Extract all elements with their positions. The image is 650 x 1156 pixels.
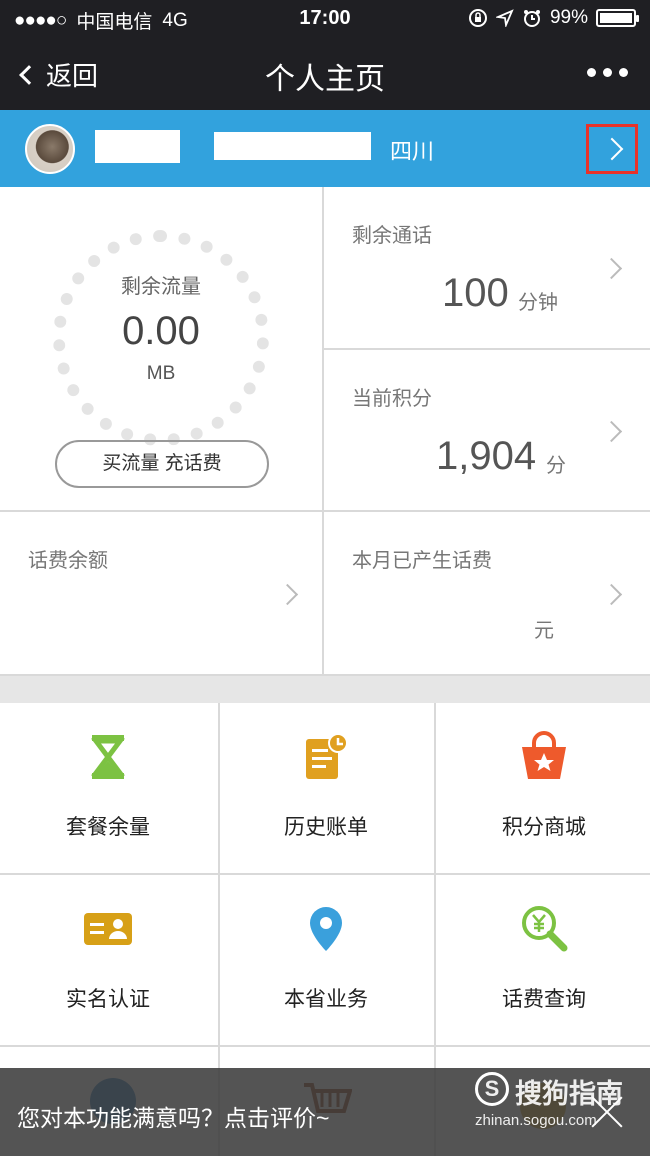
monthly-fee-card[interactable]: 本月已产生话费 元	[324, 512, 650, 674]
hourglass-icon	[91, 735, 125, 779]
feedback-text[interactable]: 您对本功能满意吗？点击评价~	[17, 1099, 329, 1133]
call-minutes-value: 100	[442, 271, 509, 315]
chevron-right-icon	[600, 420, 623, 443]
grid-item-province[interactable]: 本省业务	[218, 875, 434, 1045]
points-value: 1,904	[436, 434, 537, 478]
status-bar: ●●●●○ 中国电信 4G 17:00 99%	[0, 0, 650, 36]
points-card[interactable]: 当前积分 1,904 分	[324, 350, 650, 510]
status-right: 99%	[468, 7, 639, 29]
profile-bar[interactable]: 四川	[0, 110, 650, 187]
call-minutes-label: 剩余通话	[352, 225, 432, 247]
rotation-lock-icon	[468, 9, 487, 27]
dot-icon	[603, 68, 612, 77]
monthly-fee-label: 本月已产生话费	[352, 550, 492, 572]
grid-item-points-mall[interactable]: 积分商城	[436, 703, 650, 873]
grid-item-label: 历史账单	[284, 816, 368, 839]
more-button[interactable]	[587, 68, 628, 77]
divider	[322, 187, 324, 674]
watermark-title: 搜狗指南	[515, 1079, 623, 1109]
page-title: 个人主页	[265, 63, 385, 96]
grid-item-label: 话费查询	[502, 988, 586, 1011]
divider	[0, 510, 650, 512]
account-stats: 剩余流量 0.00 MB 买流量 充话费 剩余通话 100 分钟 当前积分 1,…	[0, 187, 650, 676]
data-usage-card: 剩余流量 0.00 MB 买流量 充话费	[0, 187, 322, 510]
location-arrow-icon	[495, 9, 514, 27]
alarm-icon	[523, 10, 540, 27]
chevron-right-icon	[600, 583, 623, 606]
data-usage-label: 剩余流量	[121, 276, 201, 298]
grid-item-fee-query[interactable]: 话费查询	[436, 875, 650, 1045]
call-minutes-unit: 分钟	[518, 292, 558, 314]
avatar[interactable]	[25, 124, 75, 174]
data-usage-value: 0.00	[122, 309, 200, 353]
divider	[0, 674, 650, 676]
id-card-icon	[84, 913, 132, 945]
points-unit: 分	[546, 455, 566, 477]
profile-detail-button[interactable]	[586, 124, 638, 174]
shopping-bag-icon	[522, 731, 566, 779]
divider	[0, 873, 650, 875]
grid-item-label: 套餐余量	[66, 816, 150, 839]
grid-item-real-name[interactable]: 实名认证	[0, 875, 216, 1045]
dot-icon	[587, 68, 596, 77]
divider	[0, 1045, 650, 1047]
location-pin-icon	[310, 907, 342, 951]
dot-icon	[619, 68, 628, 77]
chevron-right-icon	[600, 137, 624, 161]
bill-icon	[306, 733, 348, 779]
grid-item-label: 积分商城	[502, 816, 586, 839]
grid-item-label: 实名认证	[66, 988, 150, 1011]
call-minutes-card[interactable]: 剩余通话 100 分钟	[324, 187, 650, 348]
sogou-logo-icon: S	[475, 1072, 509, 1106]
watermark-site: zhinan.sogou.com	[475, 1112, 597, 1129]
battery-percent: 99%	[549, 7, 588, 28]
nav-bar: 返回 个人主页	[0, 36, 650, 110]
grid-item-bills[interactable]: 历史账单	[218, 703, 434, 873]
battery-icon	[596, 9, 639, 27]
monthly-fee-unit: 元	[534, 620, 554, 642]
grid-item-label: 本省业务	[284, 988, 368, 1011]
region-label: 四川	[390, 139, 435, 164]
redacted-name	[95, 130, 180, 163]
data-usage-unit: MB	[146, 363, 176, 384]
divider	[324, 348, 650, 350]
redacted-phone	[214, 132, 371, 160]
chevron-right-icon	[600, 257, 623, 280]
points-label: 当前积分	[352, 388, 432, 410]
grid-item-package[interactable]: 套餐余量	[0, 703, 216, 873]
chevron-right-icon	[276, 583, 299, 606]
buy-data-button[interactable]: 买流量 充话费	[55, 440, 269, 488]
balance-card[interactable]: 话费余额	[0, 512, 322, 674]
magnifier-yen-icon	[522, 906, 568, 952]
balance-label: 话费余额	[28, 550, 108, 572]
